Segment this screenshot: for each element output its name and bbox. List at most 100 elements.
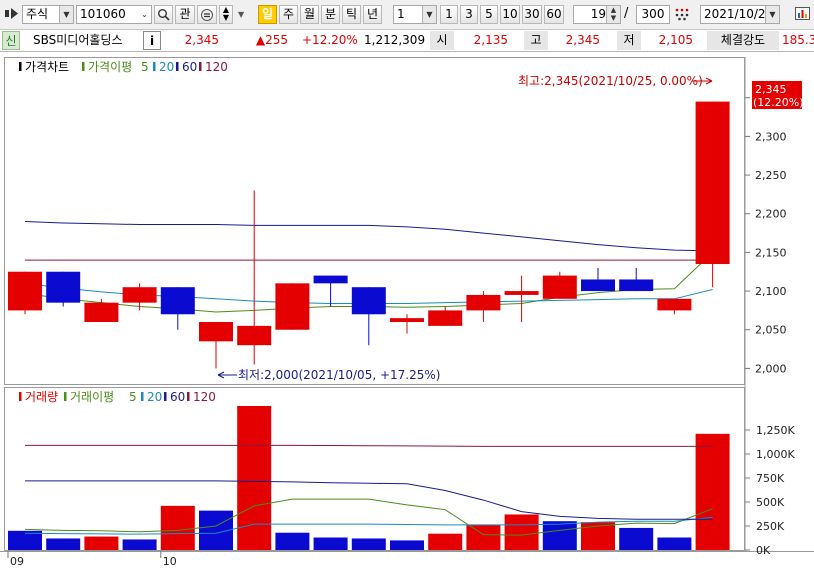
volume-legend-marker	[19, 392, 22, 401]
legend-marker-ma120	[199, 62, 202, 71]
interval-button-10[interactable]: 10	[500, 5, 520, 24]
market-select[interactable]: 주식 ▼	[22, 5, 74, 24]
chart-menu-icon	[795, 7, 810, 20]
interval-button-30[interactable]: 30	[522, 5, 542, 24]
volume-bar[interactable]	[504, 514, 539, 550]
interval-select-value: 1	[397, 7, 405, 21]
code-stepper[interactable]: ▲ ▼	[219, 5, 233, 24]
stock-chart[interactable]: 2,0002,0502,1002,1502,2002,2502,3002,350…	[0, 53, 814, 569]
date-select-value: 2021/10/25	[704, 7, 774, 21]
volume-bar[interactable]	[351, 538, 386, 550]
legend-marker-ma20	[153, 62, 156, 71]
count-value: 19	[590, 7, 606, 21]
volume-axis-label: 1,000K	[756, 448, 795, 461]
price-axis-label: 2,150	[755, 246, 787, 259]
period-tab-4[interactable]: 틱	[342, 5, 361, 24]
chevron-down-icon[interactable]: ▼	[220, 14, 232, 22]
volume-axis-label: 250K	[756, 520, 785, 533]
chart-area: 2,0002,0502,1002,1502,2002,2502,3002,350…	[0, 53, 814, 569]
chart-menu-button[interactable]	[793, 5, 813, 24]
interest-button[interactable]: 관	[175, 5, 195, 24]
candle-body	[542, 275, 577, 299]
price-change: ▲255	[255, 33, 288, 47]
price-chart-title: 가격차트	[25, 60, 69, 74]
period-tab-1[interactable]: 주	[279, 5, 298, 24]
price-axis-label: 2,200	[755, 208, 787, 221]
legend-volume-ma60: 60	[170, 390, 185, 404]
legend-price-ma60: 60	[182, 60, 197, 74]
price-legend-marker	[19, 62, 22, 71]
candle-body	[275, 283, 310, 330]
high-label: 고	[524, 31, 548, 50]
period-tab-0[interactable]: 일	[258, 5, 277, 24]
candle[interactable]	[695, 101, 730, 288]
low-annotation: 최저:2,000(2021/10/05, +17.25%)	[217, 368, 440, 382]
volume-bar[interactable]	[313, 537, 348, 550]
high-annotation: 최고:2,345(2021/10/25, 0.00%)	[518, 74, 713, 88]
volume-bar[interactable]	[275, 532, 310, 550]
volume-bar[interactable]	[160, 505, 195, 550]
interval-select[interactable]: 1 ▼	[393, 5, 437, 24]
volume-bar[interactable]	[122, 539, 157, 550]
candle-body	[351, 287, 386, 315]
low-label: 저	[617, 31, 641, 50]
panel-toggle-icon[interactable]	[4, 5, 20, 24]
candle-body	[84, 302, 119, 322]
candle[interactable]	[8, 271, 42, 315]
candle-body	[695, 101, 730, 264]
volume-bar[interactable]	[390, 540, 424, 550]
price-axis-label: 2,000	[755, 362, 787, 375]
volume-bar[interactable]	[46, 538, 81, 550]
stock-code-input[interactable]: 101060 ⌄	[76, 5, 152, 24]
interval-button-60[interactable]: 60	[544, 5, 564, 24]
open-label: 시	[430, 31, 454, 50]
settings-button[interactable]	[672, 5, 692, 24]
candle-body	[122, 287, 157, 303]
price-axis-label: 2,250	[755, 169, 787, 182]
volume-bar[interactable]	[466, 525, 501, 550]
count-input[interactable]: 19 ▲ ▼	[573, 5, 621, 24]
candle[interactable]	[46, 271, 81, 307]
volume-bar[interactable]	[84, 536, 119, 550]
count-stepper[interactable]: ▲ ▼	[606, 6, 620, 23]
volume-bar[interactable]	[657, 537, 692, 550]
last-price-percent: (12.20%)	[753, 96, 804, 109]
trade-strength-label: 체결강도	[707, 31, 779, 50]
date-select[interactable]: 2021/10/25 ▼	[700, 5, 780, 24]
period-tab-2[interactable]: 월	[300, 5, 319, 24]
caret-down-icon[interactable]: ▼	[238, 10, 244, 19]
period-tab-3[interactable]: 분	[321, 5, 340, 24]
legend-price-ma120: 120	[205, 60, 228, 74]
candle[interactable]	[275, 283, 310, 330]
candle-body	[428, 310, 463, 326]
interval-button-1[interactable]: 1	[440, 5, 458, 24]
price-axis-label: 2,050	[755, 324, 787, 337]
legend-marker-vma20	[141, 392, 144, 401]
high-annotation-text: 최고:2,345(2021/10/25, 0.00%)	[518, 74, 703, 88]
interval-button-3[interactable]: 3	[460, 5, 478, 24]
total-count-input[interactable]: 300	[636, 5, 670, 24]
last-price-value: 2,345	[755, 83, 787, 96]
search-button[interactable]	[154, 5, 173, 24]
stock-name[interactable]: SBS미디어홀딩스	[33, 30, 123, 51]
info-button[interactable]: i	[143, 31, 161, 50]
chevron-down-icon: ▼	[765, 6, 779, 23]
volume-bar[interactable]	[542, 521, 577, 550]
volume-bar[interactable]	[428, 533, 463, 550]
open-price: 2,135	[473, 33, 508, 47]
count-separator: /	[624, 6, 629, 21]
candle-body	[199, 322, 233, 342]
legend-price-ma-label: 가격이평	[88, 60, 132, 74]
volume-bar[interactable]	[237, 406, 272, 550]
volume-bar[interactable]	[619, 527, 654, 550]
period-tab-5[interactable]: 년	[363, 5, 382, 24]
legend-marker-vma60	[164, 392, 167, 401]
volume-bar[interactable]	[695, 433, 730, 550]
candle[interactable]	[542, 271, 577, 299]
interval-button-5[interactable]: 5	[480, 5, 498, 24]
chart-toolbar: 주식 ▼ 101060 ⌄ 관 ▲ ▼ ▼ 일주월분틱년 1 ▼ 1 3 5 10 30 6…	[0, 0, 814, 30]
volume-chart-title: 거래량	[25, 390, 58, 404]
legend-volume-ma-label: 거래이평	[70, 390, 114, 404]
quote-info-bar: 신 SBS미디어홀딩스 i 2,345 ▲255 +12.20% 1,212,3…	[0, 30, 814, 52]
filter-button[interactable]	[197, 5, 217, 24]
